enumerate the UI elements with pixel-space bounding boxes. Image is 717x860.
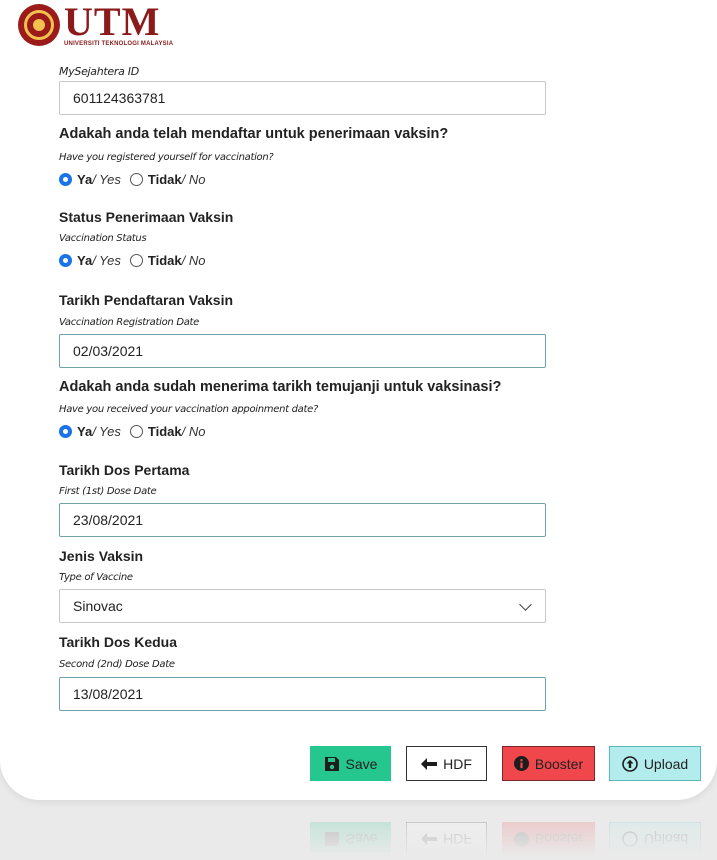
appointment-no-english: / No: [181, 424, 206, 439]
appointment-no-radio[interactable]: [129, 425, 143, 438]
reg-date-sublabel: Vaccination Registration Date: [59, 317, 200, 328]
floppy-disk-icon: [324, 832, 340, 848]
registered-label: Adakah anda telah mendaftar untuk peneri…: [59, 126, 449, 142]
arrow-left-icon: [421, 833, 438, 846]
status-label: Status Penerimaan Vaksin: [59, 209, 234, 225]
booster-button-reflection: Booster: [502, 822, 595, 857]
mysejahtera-field[interactable]: 601124363781: [59, 81, 546, 115]
reg-date-value: 02/03/2021: [73, 343, 144, 359]
reg-date-field[interactable]: 02/03/2021: [59, 334, 546, 368]
reg-date-label: Tarikh Pendaftaran Vaksin: [59, 292, 234, 308]
status-yes-label: Ya: [77, 253, 93, 268]
status-radio-group: Ya / Yes Tidak / No: [59, 253, 214, 268]
save-button[interactable]: Save: [310, 746, 391, 781]
status-no-radio[interactable]: [129, 254, 143, 267]
registered-sublabel: Have you registered yourself for vaccina…: [59, 152, 274, 163]
mysejahtera-value: 601124363781: [73, 90, 166, 106]
appointment-yes-english: / Yes: [92, 424, 121, 439]
upload-reflection-label: Upload: [643, 831, 689, 848]
hdf-label: HDF: [443, 755, 472, 772]
vaccine-type-sublabel: Type of Vaccine: [59, 572, 133, 583]
appointment-no-label: Tidak: [147, 424, 182, 439]
appointment-label: Adakah anda sudah menerima tarikh temuja…: [59, 379, 502, 395]
booster-label: Booster: [534, 755, 584, 772]
appointment-yes-radio[interactable]: [59, 425, 72, 438]
first-dose-value: 23/08/2021: [73, 512, 144, 528]
save-button-reflection: Save: [310, 822, 391, 857]
booster-reflection-label: Booster: [534, 831, 584, 848]
upload-button-reflection: Upload: [609, 822, 701, 857]
status-yes-option[interactable]: Ya / Yes: [59, 253, 121, 268]
hdf-button[interactable]: HDF: [406, 746, 487, 781]
appointment-radio-group: Ya / Yes Tidak / No: [59, 424, 214, 439]
status-sublabel: Vaccination Status: [59, 233, 147, 244]
second-dose-value: 13/08/2021: [73, 686, 144, 702]
save-label: Save: [345, 755, 378, 772]
save-reflection-label: Save: [345, 831, 378, 848]
first-dose-sublabel: First (1st) Dose Date: [59, 486, 157, 497]
second-dose-label: Tarikh Dos Kedua: [59, 634, 177, 650]
second-dose-field[interactable]: 13/08/2021: [59, 677, 546, 711]
hdf-button-reflection: HDF: [406, 822, 487, 857]
upload-button[interactable]: Upload: [609, 746, 701, 781]
second-dose-sublabel: Second (2nd) Dose Date: [59, 659, 175, 670]
vaccine-type-label: Jenis Vaksin: [59, 548, 144, 564]
logo-subtitle: UNIVERSITI TEKNOLOGI MALAYSIA: [64, 41, 174, 47]
status-yes-radio[interactable]: [59, 254, 72, 267]
status-yes-english: / Yes: [92, 253, 121, 268]
form-card: UTM UNIVERSITI TEKNOLOGI MALAYSIA MySeja…: [0, 0, 717, 800]
registered-yes-option[interactable]: Ya / Yes: [59, 172, 121, 187]
registered-yes-label: Ya: [77, 172, 93, 187]
first-dose-field[interactable]: 23/08/2021: [59, 503, 546, 537]
registered-no-radio[interactable]: [129, 173, 143, 186]
registered-no-label: Tidak: [147, 172, 182, 187]
booster-button[interactable]: Booster: [502, 746, 595, 781]
registered-no-option[interactable]: Tidak / No: [129, 172, 206, 187]
info-circle-icon: [513, 832, 529, 847]
status-no-option[interactable]: Tidak / No: [129, 253, 206, 268]
floppy-disk-icon: [324, 756, 340, 772]
appointment-yes-option[interactable]: Ya / Yes: [59, 424, 121, 439]
mysejahtera-label: MySejahtera ID: [59, 65, 139, 78]
registered-radio-group: Ya / Yes Tidak / No: [59, 172, 214, 187]
logo-title: UTM: [64, 0, 161, 44]
upload-circle-icon: [622, 831, 638, 848]
first-dose-label: Tarikh Dos Pertama: [59, 462, 190, 478]
status-no-label: Tidak: [147, 253, 182, 268]
appointment-sublabel: Have you received your vaccination appoi…: [59, 404, 318, 415]
chevron-down-icon: [519, 597, 532, 611]
utm-emblem-icon: [18, 3, 60, 46]
status-no-english: / No: [181, 253, 206, 268]
registered-yes-radio[interactable]: [59, 173, 72, 186]
appointment-no-option[interactable]: Tidak / No: [129, 424, 206, 439]
arrow-left-icon: [421, 757, 438, 770]
utm-logo: UTM UNIVERSITI TEKNOLOGI MALAYSIA: [18, 2, 173, 47]
appointment-yes-label: Ya: [77, 424, 93, 439]
vaccine-type-select[interactable]: Sinovac: [59, 589, 546, 623]
hdf-reflection-label: HDF: [443, 831, 472, 848]
vaccine-type-value: Sinovac: [73, 598, 123, 614]
upload-circle-icon: [622, 755, 638, 772]
registered-yes-english: / Yes: [92, 172, 121, 187]
info-circle-icon: [513, 756, 529, 771]
registered-no-english: / No: [181, 172, 206, 187]
upload-label: Upload: [643, 755, 689, 772]
